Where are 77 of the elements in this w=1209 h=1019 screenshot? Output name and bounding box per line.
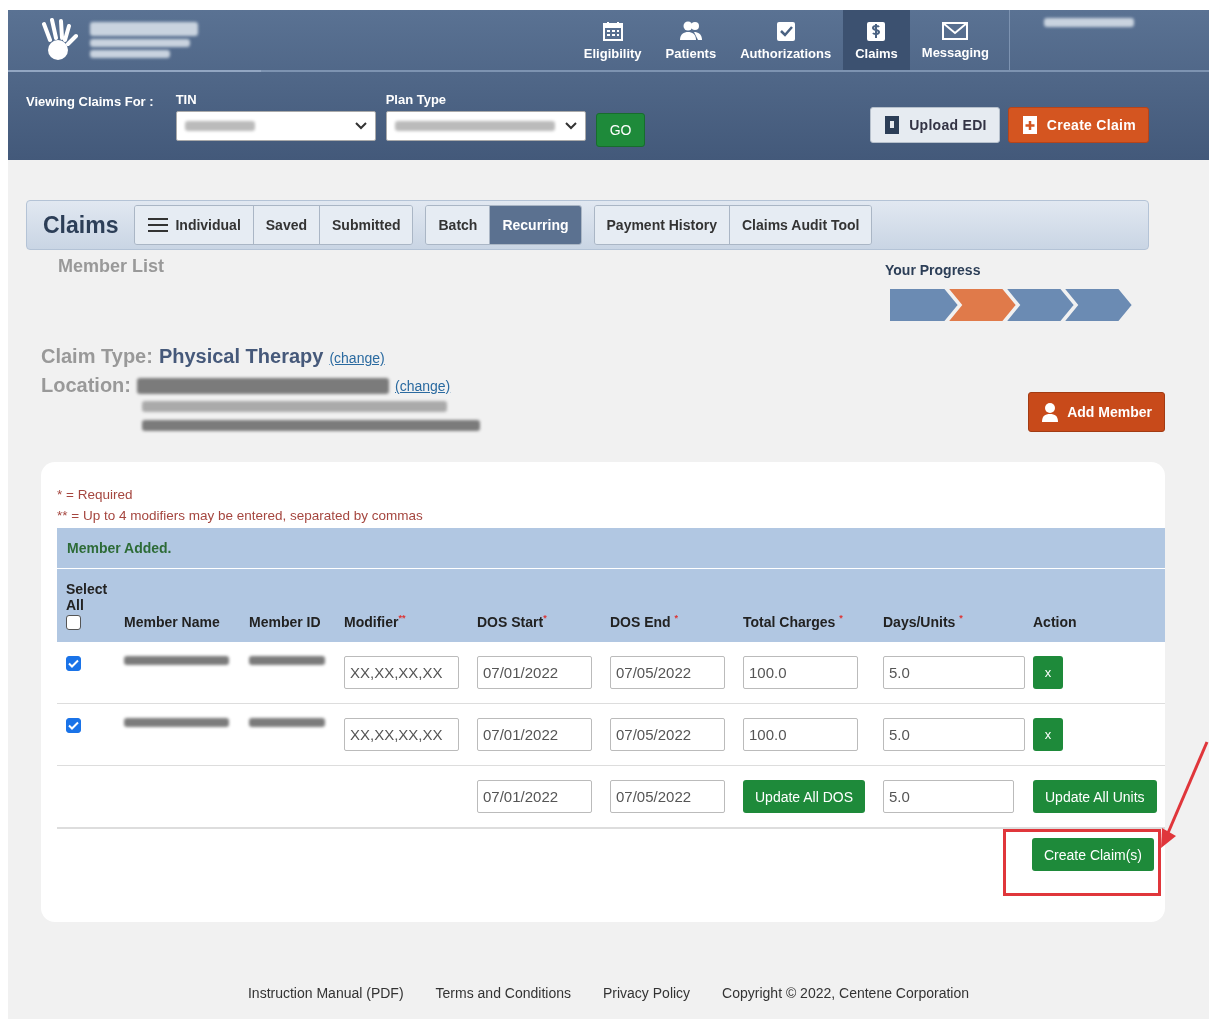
nav-tab[interactable]: Authorizations xyxy=(728,10,844,70)
subnav-tab[interactable]: Claims Audit Tool xyxy=(729,206,872,244)
subnav-tab[interactable]: Payment History xyxy=(594,206,729,244)
nav-tab[interactable]: Eligibility xyxy=(571,10,654,70)
column-header: Days/Units $^{*}$ xyxy=(883,613,963,630)
footer-link[interactable]: Copyright © 2022, Centene Corporation xyxy=(722,985,970,1001)
date-field[interactable]: 07/05/2022 xyxy=(610,718,725,751)
tin-select[interactable] xyxy=(175,111,376,141)
update-units-button[interactable]: Update All Units xyxy=(1033,780,1157,813)
date-field[interactable]: 07/01/2022 xyxy=(477,718,592,751)
field-label: Claim Type: xyxy=(41,345,153,368)
note-text: * = Required xyxy=(57,486,134,504)
file-icon xyxy=(883,115,902,135)
footer-link[interactable]: Terms and Conditions xyxy=(435,985,571,1001)
field-label: Plan Type xyxy=(385,92,448,107)
date-field[interactable]: 07/01/2022 xyxy=(477,656,592,689)
modifier-field[interactable]: XX,XX,XX,XX xyxy=(344,656,459,689)
date-field[interactable]: 07/05/2022 xyxy=(610,656,725,689)
subnav-tab[interactable]: Recurring xyxy=(489,206,581,244)
column-header: Modifier$^{**}$ xyxy=(344,613,406,630)
update-dos-button[interactable]: Update All DOS xyxy=(743,780,866,813)
column-header: Member Name xyxy=(124,614,220,630)
column-header: Total Charges $^{*}$ xyxy=(743,613,843,630)
checkbox[interactable] xyxy=(66,615,81,630)
nav-tab[interactable]: Patients xyxy=(653,10,729,70)
nav-tab[interactable]: Messaging xyxy=(909,10,1001,70)
field-label: Location: xyxy=(41,374,131,397)
subnav-tab[interactable]: Submitted xyxy=(319,206,413,244)
caret-icon xyxy=(354,122,367,130)
upload-edi-button[interactable]: Upload EDI xyxy=(870,107,1000,143)
units-field[interactable]: 5.0 xyxy=(883,718,1025,751)
change-link[interactable]: (change) xyxy=(395,377,451,394)
units-field[interactable]: 5.0 xyxy=(883,656,1025,689)
field-label: Viewing Claims For : xyxy=(26,94,154,109)
create-claims-button[interactable]: Create Claim(s) xyxy=(1032,838,1154,871)
people-icon xyxy=(678,19,703,42)
date-field[interactable]: 07/05/2022 xyxy=(610,780,725,813)
remove-button[interactable]: x xyxy=(1033,718,1063,751)
field-label: TIN xyxy=(175,92,198,107)
checkbox[interactable] xyxy=(66,718,81,733)
footer-link[interactable]: Privacy Policy xyxy=(602,985,691,1001)
claim-type-value: Physical Therapy xyxy=(158,345,324,368)
success-alert: Member Added. xyxy=(57,528,1165,569)
progress-label: Your Progress xyxy=(885,262,982,278)
subnav-tab[interactable]: Batch xyxy=(426,206,490,244)
subnav-tab[interactable]: Saved xyxy=(252,206,320,244)
column-header: Action xyxy=(1033,614,1077,630)
section-title: Claims xyxy=(43,211,119,239)
calendar-icon xyxy=(601,19,624,42)
modifier-field[interactable]: XX,XX,XX,XX xyxy=(344,718,459,751)
page-subtitle: Member List xyxy=(58,256,166,277)
charges-field[interactable]: 100.0 xyxy=(743,718,858,751)
charges-field[interactable]: 100.0 xyxy=(743,656,858,689)
units-field[interactable]: 5.0 xyxy=(883,780,1014,813)
column-header: Member ID xyxy=(249,614,321,630)
plan-type-select[interactable] xyxy=(385,111,586,141)
date-field[interactable]: 07/01/2022 xyxy=(477,780,592,813)
column-header: DOS End $^{*}$ xyxy=(610,613,679,630)
remove-button[interactable]: x xyxy=(1033,656,1063,689)
dollar-icon xyxy=(866,19,887,42)
checklist-icon xyxy=(775,19,796,42)
add-member-button[interactable]: Add Member xyxy=(1028,392,1165,432)
select-all-label: Select All xyxy=(66,581,109,613)
column-header: DOS Start$^{*}$ xyxy=(477,613,547,630)
create-claim-button[interactable]: Create Claim xyxy=(1007,107,1149,143)
go-button[interactable]: GO xyxy=(595,113,646,147)
add-file-icon xyxy=(1020,115,1039,135)
nav-tab[interactable]: Claims xyxy=(843,10,910,70)
menu-icon xyxy=(147,217,170,233)
person-icon xyxy=(1041,402,1060,422)
note-text: ** = Up to 4 modifiers may be entered, separated by commas xyxy=(57,507,424,525)
envelope-icon xyxy=(942,20,969,41)
change-link[interactable]: (change) xyxy=(329,350,385,366)
subnav-tab[interactable]: Individual xyxy=(135,206,253,244)
caret-icon xyxy=(564,122,577,130)
footer-link[interactable]: Instruction Manual (PDF) xyxy=(247,985,404,1001)
checkbox[interactable] xyxy=(66,656,81,671)
